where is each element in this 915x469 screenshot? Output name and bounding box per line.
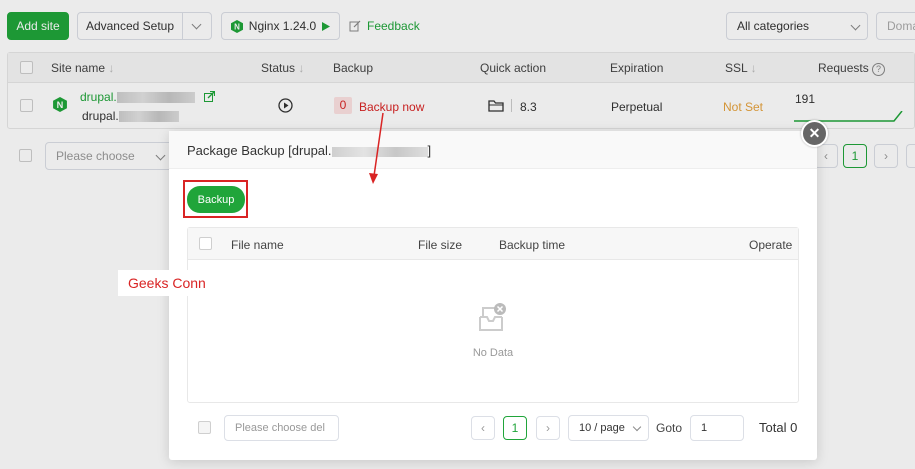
annotation-arrow: [369, 112, 384, 184]
